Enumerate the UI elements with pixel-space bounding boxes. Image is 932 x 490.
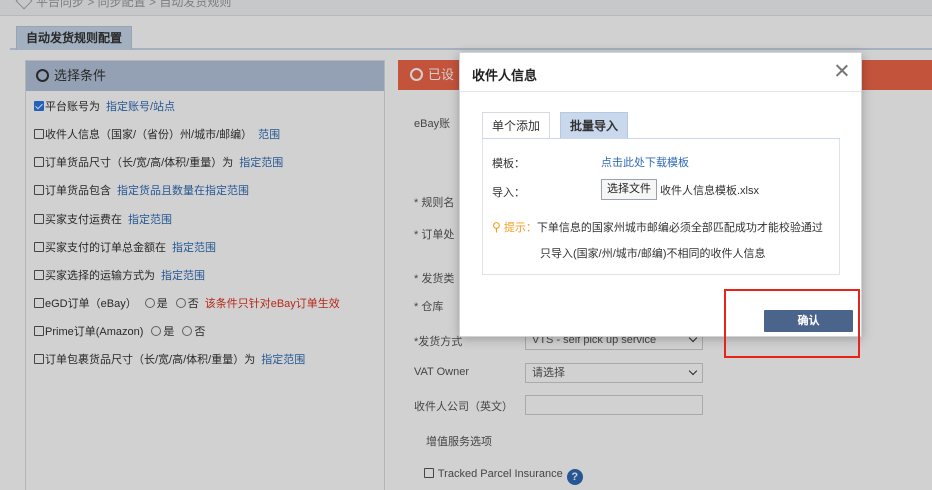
close-icon[interactable] bbox=[832, 61, 852, 81]
tip-text-secondary: 只导入(国家/州/城市/邮编)不相同的收件人信息 bbox=[540, 248, 766, 260]
highlight-annotation bbox=[724, 289, 860, 358]
lightbulb-icon: ⚲ bbox=[492, 220, 501, 234]
tab-single-add[interactable]: 单个添加 bbox=[482, 112, 551, 138]
selected-file-name: 收件人信息模板.xlsx bbox=[660, 185, 759, 197]
modal-divider bbox=[460, 91, 861, 92]
modal-title: 收件人信息 bbox=[472, 68, 538, 83]
tip-text: 下单信息的国家州城市邮编必须全部匹配成功才能校验通过 bbox=[536, 222, 823, 234]
download-template-link[interactable]: 点击此处下载模板 bbox=[601, 154, 689, 170]
import-tip: ⚲ 提示：下单信息的国家州城市邮编必须全部匹配成功才能校验通过 bbox=[492, 219, 823, 235]
choose-file-button[interactable]: 选择文件 bbox=[601, 179, 657, 200]
tab-batch-import[interactable]: 批量导入 bbox=[560, 112, 629, 138]
import-label: 导入： bbox=[492, 187, 525, 199]
tip-label: 提示： bbox=[503, 222, 537, 234]
template-label: 模板： bbox=[492, 158, 525, 170]
